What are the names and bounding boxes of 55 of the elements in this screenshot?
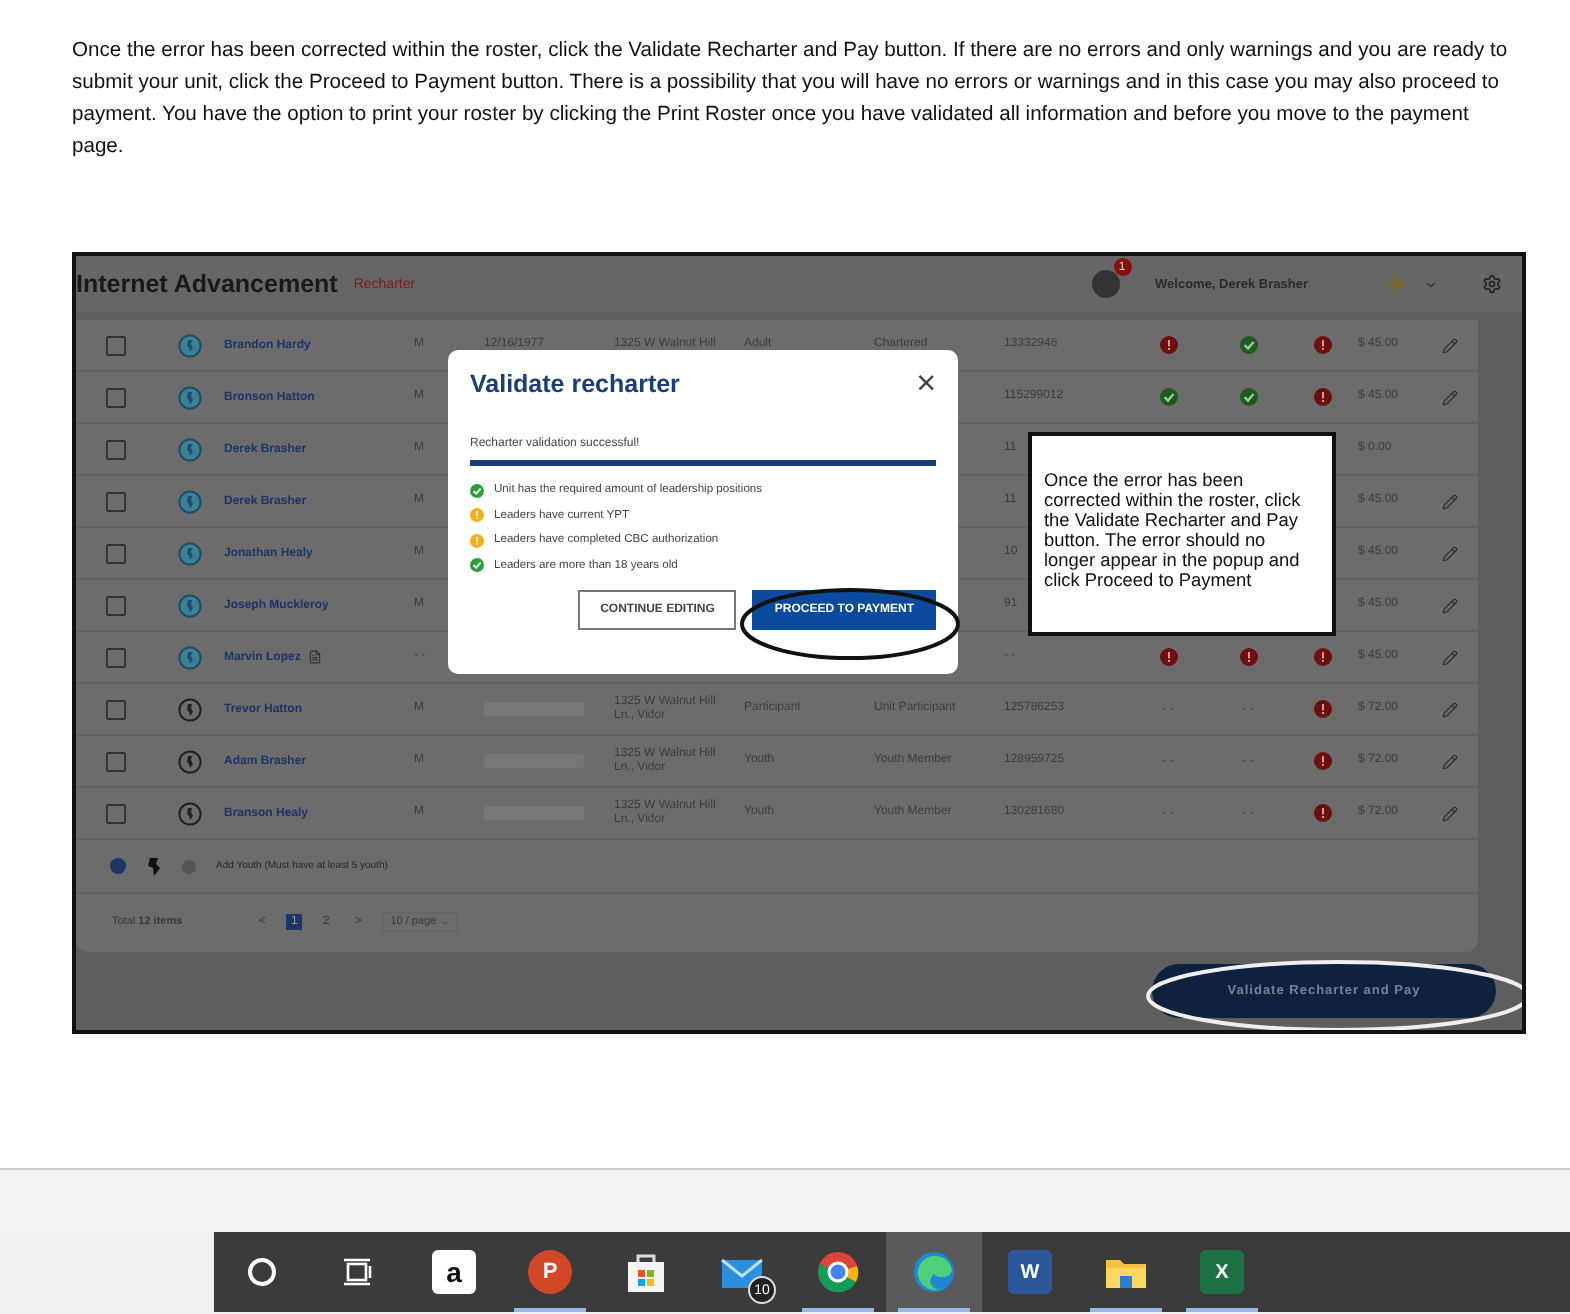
document-app-icon[interactable]: W — [1008, 1250, 1052, 1294]
notification-icon[interactable] — [1091, 270, 1120, 298]
row-checkbox[interactable] — [105, 595, 125, 616]
store-bag-icon[interactable] — [624, 1250, 668, 1294]
edit-icon[interactable] — [1442, 701, 1458, 718]
edit-icon[interactable] — [1442, 389, 1458, 406]
row-checkbox[interactable] — [105, 803, 125, 824]
error-icon — [1314, 336, 1332, 355]
edit-icon[interactable] — [1442, 545, 1458, 562]
browser-ball-icon[interactable] — [816, 1250, 860, 1294]
row-checkbox[interactable] — [105, 751, 125, 772]
info-icon[interactable] — [110, 858, 126, 875]
error-icon — [1314, 700, 1332, 719]
scout-figure-icon[interactable] — [146, 857, 162, 876]
check-icon — [1239, 336, 1257, 355]
settings-icon[interactable] — [1482, 274, 1502, 294]
dialog-title: Validate recharter — [470, 369, 680, 397]
warning-icon — [470, 508, 484, 523]
edit-icon[interactable] — [1442, 493, 1458, 510]
check-icon — [470, 483, 484, 498]
row-checkbox[interactable] — [105, 387, 125, 408]
row-checkbox[interactable] — [105, 647, 125, 668]
row-checkbox[interactable] — [105, 439, 125, 460]
caret-icon[interactable] — [1424, 277, 1438, 291]
check-icon — [1159, 388, 1177, 407]
row-checkbox[interactable] — [105, 699, 125, 720]
presentation-app-icon[interactable]: P — [528, 1250, 572, 1294]
edit-icon[interactable] — [1442, 337, 1458, 354]
row-checkbox[interactable] — [105, 335, 125, 356]
error-icon — [1314, 752, 1332, 771]
shopping-app-icon[interactable]: a — [432, 1250, 476, 1294]
search-icon[interactable] — [246, 1256, 278, 1288]
edit-icon[interactable] — [1442, 597, 1458, 614]
row-checkbox[interactable] — [105, 543, 125, 564]
error-icon — [1159, 648, 1177, 667]
check-icon — [470, 558, 484, 573]
caret-icon — [440, 917, 451, 928]
spreadsheet-app-icon[interactable]: X — [1200, 1250, 1244, 1294]
browser-wave-icon[interactable] — [912, 1250, 956, 1294]
edit-icon[interactable] — [1442, 753, 1458, 770]
app-title: Internet Advancement — [76, 270, 338, 298]
warning-icon — [470, 533, 484, 548]
error-icon — [1239, 648, 1257, 667]
error-icon — [1314, 804, 1332, 823]
instruction-paragraph: Once the error has been corrected within the roster, click the Validate Recharter and Pay button. If there are no errors and only warnings and you are ready to submit your unit, click the Proceed to Payment button. There is a possibility that you will have no errors or warnings and in this case you may also proceed to payment. You have the option to print your roster by clicking the Print Roster once you have validated all information and before you move to the payment page. — [72, 38, 1510, 162]
check-icon — [1239, 388, 1257, 407]
edit-icon[interactable] — [1442, 805, 1458, 822]
callout-note: Once the error has been corrected within the roster, click the Validate Recharter and Pay button. The error should no longer appear in the popup and click Proceed to Payment — [1028, 432, 1336, 636]
close-button[interactable]: × — [916, 366, 936, 400]
row-checkbox[interactable] — [105, 491, 125, 512]
task-view-icon[interactable] — [342, 1256, 374, 1288]
error-icon — [1314, 648, 1332, 667]
error-icon — [1159, 336, 1177, 355]
edit-icon[interactable] — [1442, 649, 1458, 666]
error-icon — [1314, 388, 1332, 407]
